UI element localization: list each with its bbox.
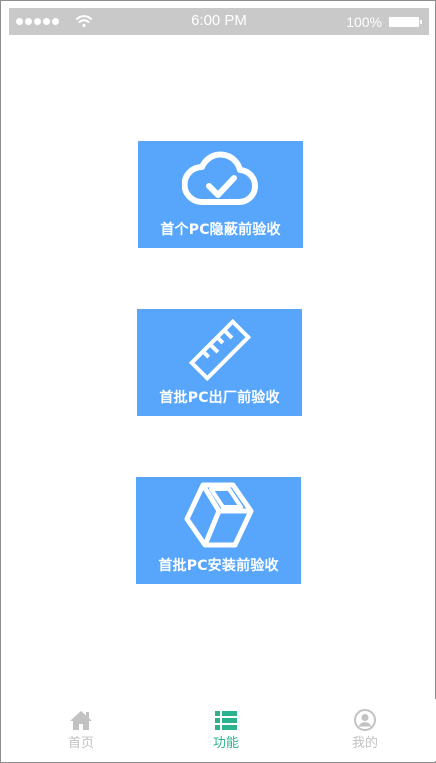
user-icon [354, 709, 376, 731]
tab-bar: 首页 功能 我的 [2, 699, 436, 761]
card-label: 首批PC安装前验收 [158, 558, 279, 574]
tab-home[interactable]: 首页 [31, 699, 131, 761]
tab-functions[interactable]: 功能 [176, 699, 276, 761]
card-first-pc-concealed-acceptance[interactable]: 首个PC隐蔽前验收 [138, 141, 303, 248]
tab-label: 我的 [351, 736, 378, 751]
phone-frame: 6:00 PM 100% 首个PC隐蔽前验收 首批PC出厂前验收 首批PC安装前… [0, 0, 436, 763]
status-bar: 6:00 PM 100% [9, 8, 429, 35]
tab-mine[interactable]: 我的 [315, 699, 415, 761]
ruler-icon [188, 318, 251, 382]
home-icon [70, 711, 92, 730]
card-first-batch-pc-installation-acceptance[interactable]: 首批PC安装前验收 [136, 477, 301, 584]
cloud-check-icon [181, 151, 258, 206]
card-first-batch-pc-factory-acceptance[interactable]: 首批PC出厂前验收 [137, 309, 302, 416]
card-label: 首批PC出厂前验收 [159, 390, 280, 406]
battery-percent: 100% [346, 14, 382, 30]
battery-icon [389, 17, 422, 27]
tab-label: 功能 [212, 736, 239, 751]
tab-label: 首页 [67, 736, 94, 751]
card-label: 首个PC隐蔽前验收 [160, 222, 281, 238]
cube-icon [184, 482, 253, 548]
list-icon [215, 711, 237, 730]
